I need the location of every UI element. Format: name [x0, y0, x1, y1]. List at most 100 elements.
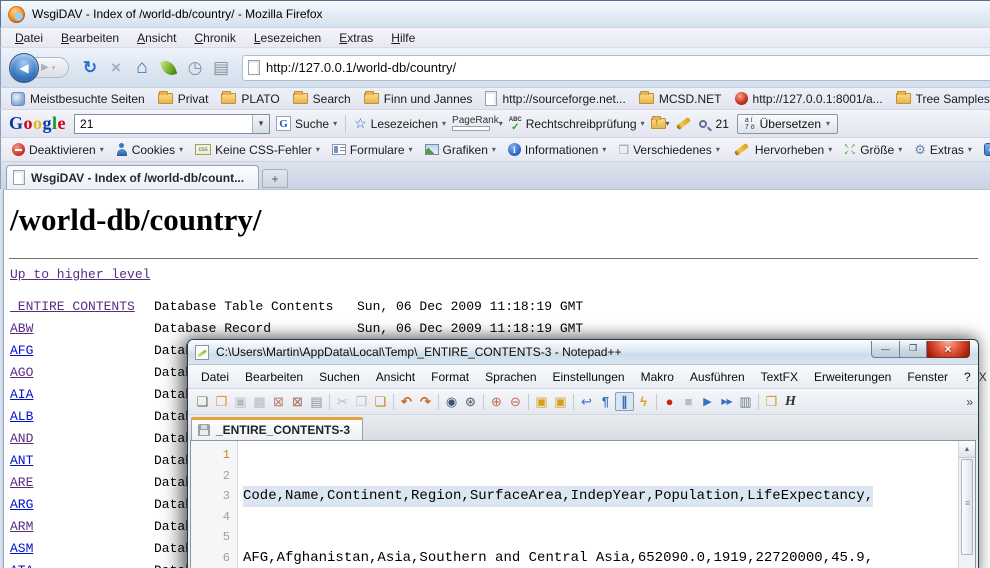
indent-guide-icon[interactable]: ∥: [615, 392, 634, 411]
npp-menu-format[interactable]: Format: [423, 368, 477, 386]
macro-stop-icon[interactable]: ■: [679, 392, 698, 411]
redo-icon[interactable]: ↷: [416, 392, 435, 411]
entry-link[interactable]: ANT: [10, 450, 154, 472]
replace-icon[interactable]: ⊛: [461, 392, 480, 411]
npp-menu-close-doc[interactable]: X: [979, 370, 987, 384]
menu-datei[interactable]: Datei: [6, 29, 52, 47]
open-file-icon[interactable]: ❒: [212, 392, 231, 411]
webdev-extras[interactable]: ⚙Extras▾: [908, 142, 978, 158]
menu-lesezeichen[interactable]: Lesezeichen: [245, 29, 330, 47]
webdev-deaktivieren[interactable]: Deaktivieren▾: [6, 143, 110, 157]
document-tab[interactable]: _ENTIRE_CONTENTS-3: [191, 417, 363, 440]
entry-link[interactable]: ASM: [10, 538, 154, 560]
save-all-icon[interactable]: ▩: [250, 392, 269, 411]
back-button[interactable]: ◀: [9, 53, 39, 83]
npp-menu-sprachen[interactable]: Sprachen: [477, 368, 544, 386]
stop-button[interactable]: ×: [103, 58, 129, 78]
webdev-quelltext[interactable]: ‹›Quelltext: [978, 143, 990, 157]
bookmark-folder-finn[interactable]: Finn und Jannes: [359, 92, 481, 106]
autofill-icon[interactable]: ↑: [651, 118, 666, 129]
entry-link[interactable]: ARG: [10, 494, 154, 516]
macro-save-icon[interactable]: ▥: [736, 392, 755, 411]
zoom-in-icon[interactable]: ⊕: [487, 392, 506, 411]
magnifier-icon[interactable]: [699, 120, 707, 128]
new-tab-button[interactable]: +: [262, 169, 288, 188]
pagerank-widget[interactable]: PageRank: [452, 116, 499, 131]
launch-in-browser-icon[interactable]: ❒: [762, 392, 781, 411]
minimize-button[interactable]: —: [871, 341, 900, 358]
scroll-up-icon[interactable]: ▲: [959, 441, 975, 458]
bookmark-most-visited[interactable]: Meistbesuchte Seiten: [6, 92, 153, 106]
menu-hilfe[interactable]: Hilfe: [382, 29, 424, 47]
npp-menu-einstellungen[interactable]: Einstellungen: [545, 368, 633, 386]
entry-link[interactable]: ARM: [10, 516, 154, 538]
history-dropdown-icon[interactable]: ▾: [52, 64, 56, 72]
sync-vertical-icon[interactable]: ▣: [532, 392, 551, 411]
entry-link[interactable]: ABW: [10, 318, 154, 340]
npp-menu-textfx[interactable]: TextFX: [753, 368, 806, 386]
history-clock-icon[interactable]: ◷: [182, 58, 208, 78]
google-search-box[interactable]: ▾: [74, 114, 270, 134]
bookmark-localhost[interactable]: http://127.0.0.1:8001/a...: [730, 92, 891, 106]
new-file-icon[interactable]: ❑: [193, 392, 212, 411]
url-bar[interactable]: http://127.0.0.1/world-db/country/: [242, 55, 990, 81]
npp-menu-help[interactable]: ?: [956, 368, 979, 386]
entry-link[interactable]: _ENTIRE_CONTENTS: [10, 296, 154, 318]
npp-menu-suchen[interactable]: Suchen: [311, 368, 368, 386]
npp-menu-ansicht[interactable]: Ansicht: [368, 368, 423, 386]
word-wrap-icon[interactable]: ↩: [577, 392, 596, 411]
sync-horizontal-icon[interactable]: ▣: [551, 392, 570, 411]
bookmark-folder-search[interactable]: Search: [288, 92, 359, 106]
entry-link[interactable]: AGO: [10, 362, 154, 384]
scrollbar-thumb[interactable]: [961, 459, 973, 555]
npp-menu-bearbeiten[interactable]: Bearbeiten: [237, 368, 311, 386]
url-text[interactable]: http://127.0.0.1/world-db/country/: [266, 60, 456, 75]
webdev-css[interactable]: cssKeine CSS-Fehler▾: [189, 143, 326, 157]
bookmark-folder-mcsd[interactable]: MCSD.NET: [634, 92, 730, 106]
show-all-characters-icon[interactable]: ¶: [596, 392, 615, 411]
vertical-scrollbar[interactable]: ▲: [958, 441, 975, 568]
restore-button[interactable]: ❐: [900, 341, 927, 358]
close-all-icon[interactable]: ⊠: [288, 392, 307, 411]
chevron-down-icon[interactable]: ▾: [666, 119, 670, 128]
search-history-dropdown[interactable]: ▾: [252, 115, 269, 133]
translate-button[interactable]: a í7 ö Übersetzen ▾: [737, 114, 838, 134]
print-icon[interactable]: ▤: [307, 392, 326, 411]
function-completion-icon[interactable]: ϟ: [634, 392, 653, 411]
webdev-formulare[interactable]: Formulare▾: [326, 143, 419, 157]
macro-play-icon[interactable]: ▶: [698, 392, 717, 411]
undo-icon[interactable]: ↶: [397, 392, 416, 411]
entry-link[interactable]: ALB: [10, 406, 154, 428]
google-search-input[interactable]: [75, 117, 252, 131]
entry-link[interactable]: AIA: [10, 384, 154, 406]
toolbar-overflow-chevron[interactable]: »: [966, 395, 978, 409]
menu-extras[interactable]: Extras: [330, 29, 382, 47]
npp-menu-ausfuehren[interactable]: Ausführen: [682, 368, 753, 386]
paste-icon[interactable]: ❏: [371, 392, 390, 411]
macro-record-icon[interactable]: ●: [660, 392, 679, 411]
text-editor[interactable]: Code,Name,Continent,Region,SurfaceArea,I…: [238, 441, 958, 568]
menu-bearbeiten[interactable]: Bearbeiten: [52, 29, 128, 47]
reload-button[interactable]: ↻: [77, 58, 103, 78]
find-icon[interactable]: ◉: [442, 392, 461, 411]
google-bookmarks-button[interactable]: ☆Lesezeichen▾: [348, 115, 452, 132]
copy-icon[interactable]: ❐: [352, 392, 371, 411]
webdev-verschiedenes[interactable]: ❒Verschiedenes▾: [612, 143, 726, 157]
tab-wsgidav[interactable]: WsgiDAV - Index of /world-db/count...: [6, 165, 259, 189]
sage-leaf-icon[interactable]: [160, 58, 177, 77]
up-to-higher-level-link[interactable]: Up to higher level: [10, 267, 150, 282]
spellcheck-button[interactable]: ABC✓ Rechtschreibprüfung ▾: [503, 117, 651, 131]
firefox-titlebar[interactable]: WsgiDAV - Index of /world-db/country/ - …: [0, 0, 990, 28]
save-icon[interactable]: ▣: [231, 392, 250, 411]
webdev-hervorheben[interactable]: Hervorheben▾: [726, 143, 838, 157]
bookmark-folder-tree-samples[interactable]: Tree Samples: [891, 92, 990, 106]
macro-run-multiple-icon[interactable]: ▶▶: [717, 392, 736, 411]
bookmark-sourceforge[interactable]: http://sourceforge.net...: [480, 91, 633, 106]
entry-link[interactable]: AFG: [10, 340, 154, 362]
webdev-informationen[interactable]: iInformationen▾: [502, 143, 612, 157]
bookmark-folder-privat[interactable]: Privat: [153, 92, 217, 106]
google-search-button[interactable]: GSuche▾: [270, 116, 343, 131]
npp-menu-makro[interactable]: Makro: [633, 368, 682, 386]
zoom-out-icon[interactable]: ⊖: [506, 392, 525, 411]
webdev-grafiken[interactable]: Grafiken▾: [419, 143, 502, 157]
